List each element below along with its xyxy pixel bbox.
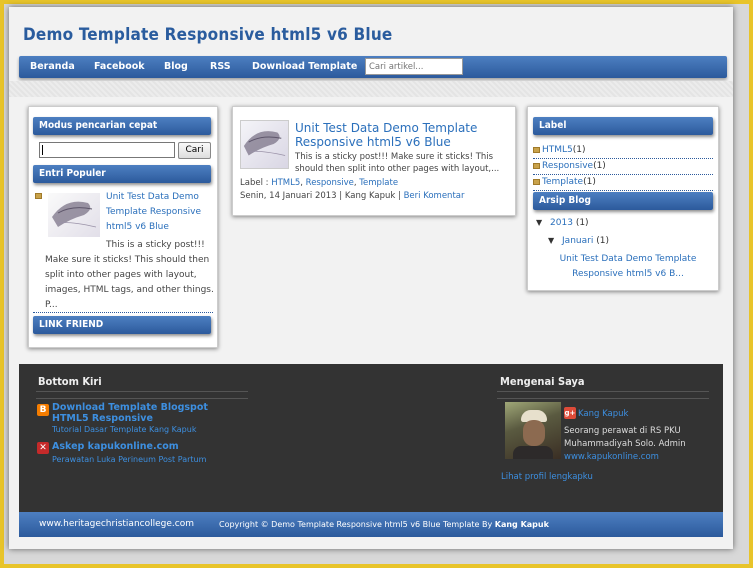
folder-icon	[35, 193, 42, 199]
post-thumbnail[interactable]	[240, 120, 289, 169]
footer: www.heritagechristiancollege.com Copyrig…	[19, 512, 723, 537]
label-prefix: Label :	[240, 178, 269, 188]
search-button[interactable]: Cari	[178, 142, 211, 159]
blogger-icon: B	[37, 404, 49, 416]
divider	[36, 398, 248, 399]
label-item: HTML5(1)	[533, 143, 713, 159]
divider	[497, 391, 709, 392]
comment-link[interactable]: Beri Komentar	[404, 191, 465, 201]
post-title[interactable]: Unit Test Data Demo Template Responsive …	[295, 121, 511, 149]
stingray-image-icon	[243, 131, 286, 156]
label-link-responsive[interactable]: Responsive	[306, 178, 354, 188]
divider-band	[9, 81, 733, 97]
label-count: (1)	[583, 177, 596, 187]
post-date-author: Senin, 14 Januari 2013 | Kang Kapuk |	[240, 191, 401, 201]
folder-icon	[533, 146, 540, 153]
label-link-template[interactable]: Template	[359, 178, 398, 188]
label-link-html5[interactable]: HTML5	[542, 145, 573, 155]
footer-copyright: Copyright © Demo Template Responsive htm…	[219, 520, 549, 529]
profile-description: Seorang perawat di RS PKU Muhammadiyah S…	[564, 425, 714, 464]
label-link-template[interactable]: Template	[542, 177, 583, 187]
footer-site-url[interactable]: www.heritagechristiancollege.com	[39, 519, 194, 529]
stingray-image-icon	[52, 201, 97, 228]
label-link-html5[interactable]: HTML5	[271, 178, 300, 188]
archive-year: ▼ 2013 (1)	[536, 218, 589, 228]
divider	[33, 312, 213, 313]
post-meta: Senin, 14 Januari 2013 | Kang Kapuk | Be…	[240, 191, 512, 201]
divider	[36, 391, 248, 392]
label-count: (1)	[593, 161, 606, 171]
nav-item-facebook[interactable]: Facebook	[94, 61, 145, 72]
archive-year-count: (1)	[575, 218, 589, 228]
label-list: HTML5(1) Responsive(1) Template(1)	[533, 143, 713, 191]
about-heading: Mengenai Saya	[500, 375, 585, 388]
label-link-responsive[interactable]: Responsive	[542, 161, 593, 171]
nav-item-blog[interactable]: Blog	[164, 61, 188, 72]
nav-item-rss[interactable]: RSS	[210, 61, 231, 72]
profile-avatar[interactable]	[505, 402, 561, 459]
google-plus-icon[interactable]: g+	[564, 407, 576, 419]
archive-post-link[interactable]: Unit Test Data Demo Template Responsive …	[558, 252, 698, 282]
bottom-link-title[interactable]: Download Template Blogspot HTML5 Respons…	[52, 402, 232, 424]
shoulders-shape	[513, 446, 553, 459]
right-sidebar: Label HTML5(1) Responsive(1) Template(1)…	[527, 106, 719, 291]
popular-post-title[interactable]: Unit Test Data Demo Template Responsive …	[106, 190, 214, 235]
face-shape	[523, 420, 545, 446]
bottom-left-heading: Bottom Kiri	[38, 375, 102, 388]
bottom-section: Bottom Kiri B Download Template Blogspot…	[19, 364, 723, 512]
post-snippet: This is a sticky post!!! Make sure it st…	[295, 152, 500, 174]
bottom-link-subtitle: Perawatan Luka Perineum Post Partum	[52, 455, 207, 464]
nav-search-input[interactable]	[365, 58, 463, 75]
search-widget-heading: Modus pencarian cepat	[33, 117, 211, 135]
profile-name[interactable]: Kang Kapuk	[578, 409, 628, 419]
collapse-triangle-icon[interactable]: ▼	[548, 236, 554, 245]
post-labels: Label : HTML5, Responsive, Template	[240, 178, 399, 188]
link-friend-heading: LINK FRIEND	[33, 316, 211, 334]
label-widget-heading: Label	[533, 117, 713, 135]
collapse-triangle-icon[interactable]: ▼	[536, 218, 542, 227]
popular-post-snippet: This is a sticky post!!! Make sure it st…	[45, 240, 214, 310]
nav-item-download-template[interactable]: Download Template	[252, 61, 357, 72]
post-card: Unit Test Data Demo Template Responsive …	[232, 106, 516, 216]
label-count: (1)	[572, 145, 586, 155]
folder-icon	[533, 162, 540, 169]
footer-author-link[interactable]: Kang Kapuk	[495, 520, 549, 529]
site-title[interactable]: Demo Template Responsive html5 v6 Blue	[23, 25, 393, 45]
left-sidebar: Modus pencarian cepat Cari Entri Populer…	[28, 106, 218, 348]
page: Demo Template Responsive html5 v6 Blue B…	[9, 7, 733, 549]
divider	[497, 398, 709, 399]
popular-post-thumbnail[interactable]	[48, 193, 100, 237]
askep-site-icon: ✕	[37, 442, 49, 454]
archive-month-count: (1)	[596, 236, 609, 246]
nav-item-beranda[interactable]: Beranda	[30, 61, 75, 72]
copyright-text: Copyright © Demo Template Responsive htm…	[219, 520, 441, 529]
bottom-link-subtitle: Tutorial Dasar Template Kang Kapuk	[52, 425, 197, 434]
text-cursor	[42, 145, 43, 155]
archive-month-link[interactable]: Januari	[562, 236, 593, 246]
archive-widget-heading: Arsip Blog	[533, 192, 713, 210]
profile-site-link[interactable]: www.kapukonline.com	[564, 452, 659, 462]
archive-year-link[interactable]: 2013	[550, 218, 573, 228]
full-profile-link[interactable]: Lihat profil lengkapku	[501, 472, 593, 482]
profile-desc-text: Seorang perawat di RS PKU Muhammadiyah S…	[564, 426, 686, 449]
label-item: Responsive(1)	[533, 159, 713, 175]
bottom-link-title[interactable]: Askep kapukonline.com	[52, 441, 179, 452]
template-by-text: Template By	[442, 520, 493, 529]
label-item: Template(1)	[533, 175, 713, 191]
quick-search-input[interactable]	[39, 142, 175, 158]
archive-month: ▼ Januari (1)	[548, 236, 609, 246]
popular-widget-heading: Entri Populer	[33, 165, 211, 183]
folder-icon	[533, 178, 540, 185]
nav-bar: Beranda Facebook Blog RSS Download Templ…	[19, 56, 727, 78]
